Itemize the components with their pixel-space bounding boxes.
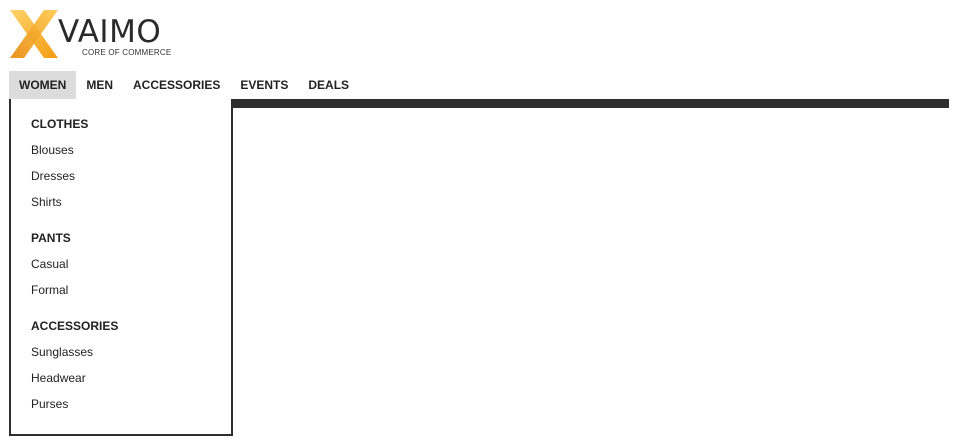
menu-heading[interactable]: ACCESSORIES: [31, 319, 118, 345]
menu-link-sunglasses[interactable]: Sunglasses: [31, 345, 118, 371]
menu-group-clothes: CLOTHES Blouses Dresses Shirts: [31, 117, 118, 221]
menu-link-purses[interactable]: Purses: [31, 397, 118, 423]
menu-heading[interactable]: PANTS: [31, 231, 118, 257]
menu-link-formal[interactable]: Formal: [31, 283, 118, 309]
nav-item-women[interactable]: WOMEN: [9, 71, 77, 99]
main-nav: WOMEN MEN ACCESSORIES EVENTS DEALS: [9, 71, 359, 99]
brand-name: VAIMO: [58, 14, 162, 50]
menu-heading[interactable]: CLOTHES: [31, 117, 118, 143]
brand-tagline: CORE OF COMMERCE: [82, 48, 172, 57]
menu-link-headwear[interactable]: Headwear: [31, 371, 118, 397]
menu-link-shirts[interactable]: Shirts: [31, 195, 118, 221]
menu-group-accessories: ACCESSORIES Sunglasses Headwear Purses: [31, 319, 118, 423]
menu-link-casual[interactable]: Casual: [31, 257, 118, 283]
vaimo-x-icon: [10, 10, 58, 58]
page: VAIMO CORE OF COMMERCE WOMEN MEN ACCESSO…: [0, 0, 960, 445]
menu-link-dresses[interactable]: Dresses: [31, 169, 118, 195]
menu-link-blouses[interactable]: Blouses: [31, 143, 118, 169]
nav-item-deals[interactable]: DEALS: [298, 71, 359, 99]
menu-group-pants: PANTS Casual Formal: [31, 231, 118, 309]
women-dropdown-menu: CLOTHES Blouses Dresses Shirts PANTS Cas…: [9, 99, 233, 436]
nav-item-accessories[interactable]: ACCESSORIES: [123, 71, 230, 99]
vaimo-logo[interactable]: VAIMO CORE OF COMMERCE: [8, 8, 178, 62]
nav-item-events[interactable]: EVENTS: [230, 71, 298, 99]
nav-item-men[interactable]: MEN: [76, 71, 123, 99]
